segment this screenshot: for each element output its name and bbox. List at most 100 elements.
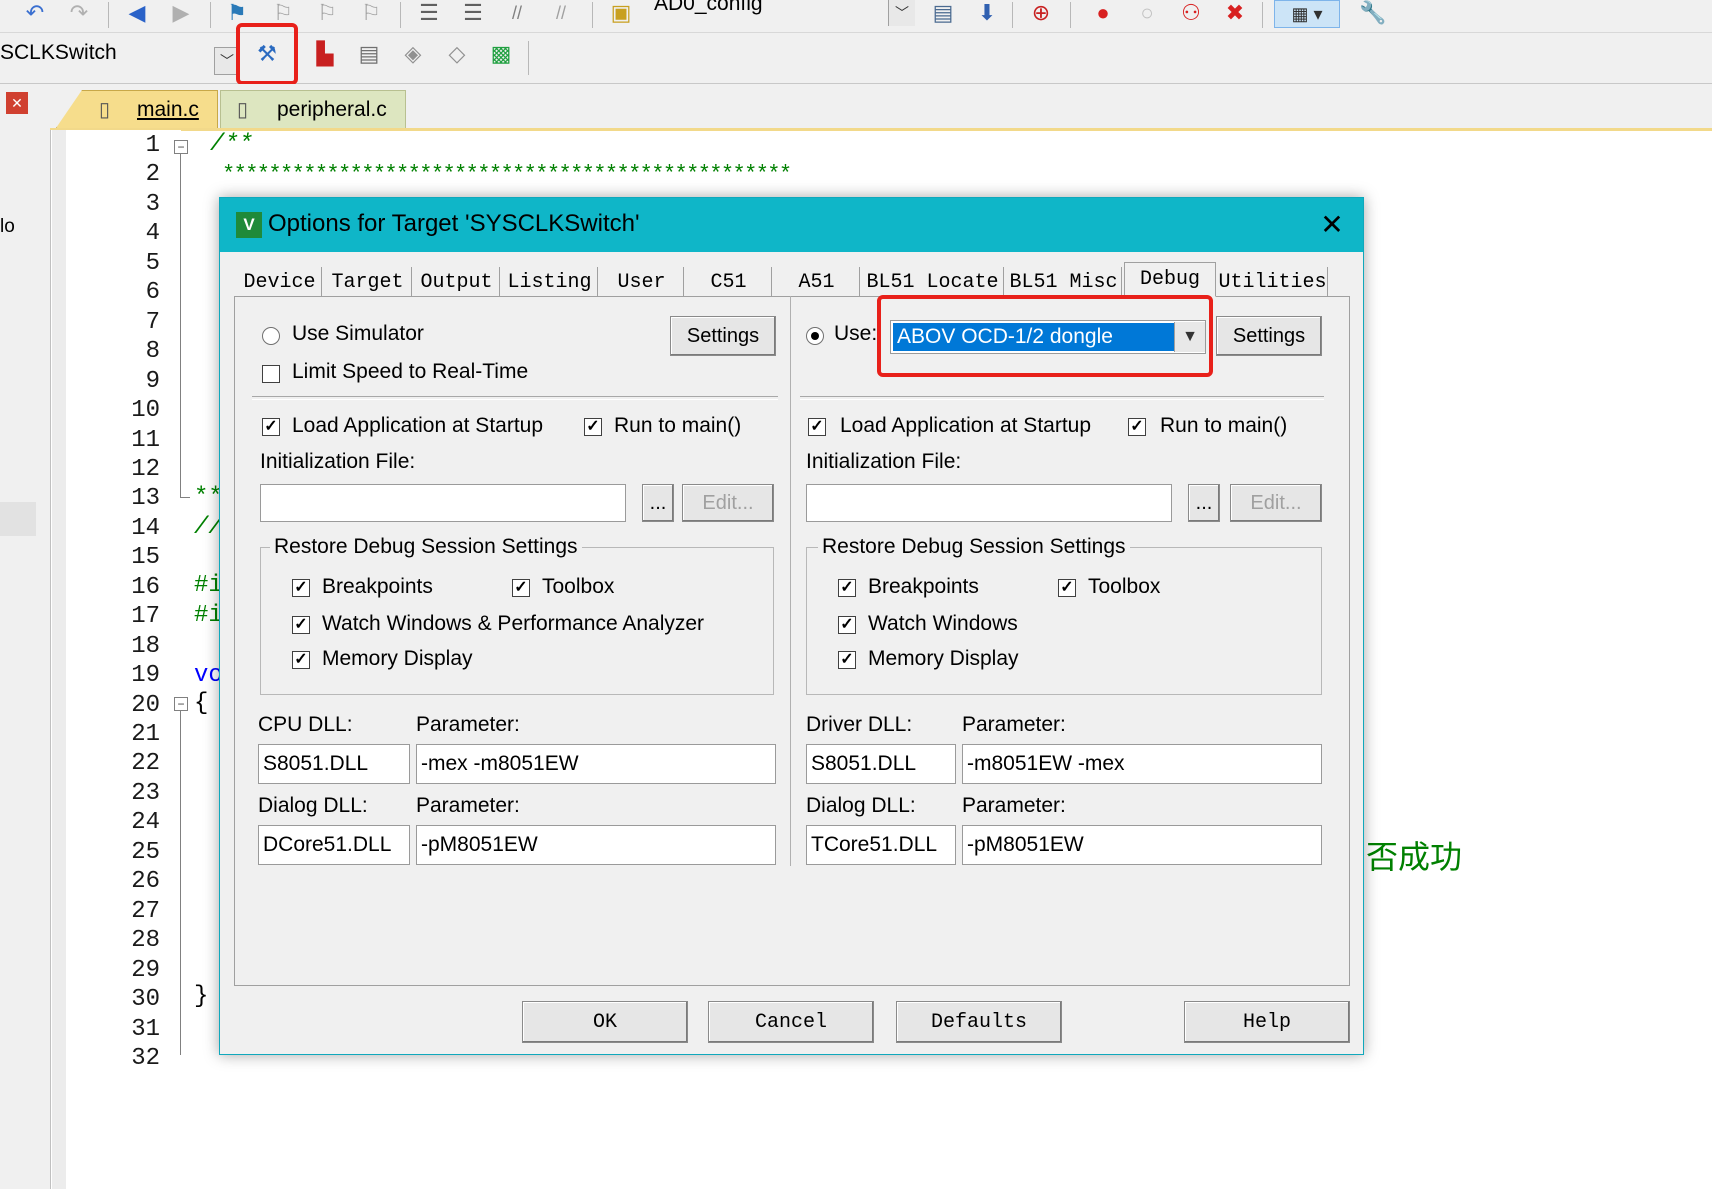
close-icon[interactable]: ✕ <box>1306 206 1358 244</box>
fold-toggle-icon[interactable]: − <box>174 140 188 154</box>
right-run-to-main-checkbox[interactable]: ✓ <box>1128 418 1146 436</box>
tab-utilities[interactable]: Utilities <box>1218 267 1328 297</box>
line-number: 21 <box>131 721 160 748</box>
next-bookmark-icon[interactable]: ⚐ <box>312 0 342 26</box>
left-dialog-dll-input[interactable]: DCore51.DLL <box>258 825 410 865</box>
driver-settings-button[interactable]: Settings <box>1216 316 1322 356</box>
help-button[interactable]: Help <box>1184 1001 1350 1043</box>
right-dialog-param-input[interactable]: -pM8051EW <box>962 825 1322 865</box>
tab-main-c[interactable]: ▯ main.c <box>56 90 218 128</box>
ok-button[interactable]: OK <box>522 1001 688 1043</box>
undo-icon[interactable]: ↶ <box>20 0 50 26</box>
limit-speed-checkbox[interactable] <box>262 365 280 383</box>
tab-a51[interactable]: A51 <box>774 267 860 297</box>
enable-breakpoint-icon[interactable]: ○ <box>1132 0 1162 26</box>
line-number: 27 <box>131 897 160 925</box>
line-number: 1 <box>145 132 160 159</box>
start-debug-icon[interactable]: ⊕ <box>1026 0 1056 26</box>
disable-breakpoints-icon[interactable]: ⚇ <box>1176 0 1206 26</box>
tab-peripheral-c[interactable]: ▯ peripheral.c <box>220 90 406 128</box>
tab-device[interactable]: Device <box>238 267 322 297</box>
tab-user[interactable]: User <box>600 267 684 297</box>
left-init-file-input[interactable] <box>260 484 626 522</box>
limit-speed-label: Limit Speed to Real-Time <box>292 360 529 383</box>
fold-toggle-icon[interactable]: − <box>174 697 188 711</box>
select-packs-icon[interactable]: ◈ <box>398 41 428 67</box>
window-layout-icon[interactable]: ▦ ▾ <box>1274 0 1340 28</box>
right-init-file-label: Initialization File: <box>806 450 962 473</box>
right-memory-display-checkbox[interactable]: ✓ <box>838 651 856 669</box>
tab-bl51-locate[interactable]: BL51 Locate <box>862 267 1004 297</box>
simulator-settings-button[interactable]: Settings <box>670 316 776 356</box>
uncomment-icon[interactable]: // <box>546 0 576 26</box>
project-target-value: SCLKSwitch <box>0 41 117 64</box>
comment-icon[interactable]: // <box>502 0 532 26</box>
line-number: 6 <box>145 279 160 307</box>
left-dialog-dll-label: Dialog DLL: <box>258 794 368 817</box>
fold-line <box>180 711 181 1055</box>
redo-icon[interactable]: ↷ <box>64 0 94 26</box>
print-icon[interactable]: ▤ <box>928 0 958 26</box>
driver-dll-input[interactable]: S8051.DLL <box>806 744 956 784</box>
left-toolbox-checkbox[interactable]: ✓ <box>512 579 530 597</box>
left-edit-button[interactable]: Edit... <box>682 484 774 522</box>
clear-bookmarks-icon[interactable]: ⚐ <box>356 0 386 26</box>
cancel-button[interactable]: Cancel <box>708 1001 874 1043</box>
tab-output[interactable]: Output <box>414 267 500 297</box>
download-icon[interactable]: ⬇ <box>972 0 1002 26</box>
configure-icon[interactable]: 🔧 <box>1358 0 1388 26</box>
pack-installer-icon[interactable]: ▩ <box>486 41 516 67</box>
manage-rte-icon[interactable]: ◇ <box>442 41 472 67</box>
tab-target[interactable]: Target <box>324 267 412 297</box>
close-panel-icon[interactable]: ✕ <box>6 92 28 114</box>
right-breakpoints-checkbox[interactable]: ✓ <box>838 579 856 597</box>
code-comment-fragment: 否成功 <box>1366 838 1463 876</box>
use-driver-radio[interactable] <box>806 327 824 345</box>
splitter[interactable] <box>36 84 50 1189</box>
manage-project-icon[interactable]: ▙ <box>310 41 340 67</box>
tab-listing[interactable]: Listing <box>502 267 598 297</box>
tab-debug[interactable]: Debug <box>1124 262 1216 297</box>
kill-breakpoints-icon[interactable]: ✖ <box>1220 0 1250 26</box>
driver-param-input[interactable]: -m8051EW -mex <box>962 744 1322 784</box>
cpu-param-input[interactable]: -mex -m8051EW <box>416 744 776 784</box>
cpu-dll-input[interactable]: S8051.DLL <box>258 744 410 784</box>
tab-c51[interactable]: C51 <box>686 267 772 297</box>
toolbar-separator <box>400 2 401 28</box>
right-watch-windows-checkbox[interactable]: ✓ <box>838 616 856 634</box>
find-in-files-icon[interactable]: ▣ <box>606 0 636 26</box>
line-number: 8 <box>145 338 160 366</box>
use-simulator-radio[interactable] <box>262 327 280 345</box>
right-toolbox-checkbox[interactable]: ✓ <box>1058 579 1076 597</box>
insert-breakpoint-icon[interactable]: ● <box>1088 0 1118 26</box>
line-number: 32 <box>131 1044 160 1072</box>
panel-text-fragment: lo <box>0 216 15 237</box>
right-load-app-checkbox[interactable]: ✓ <box>808 418 826 436</box>
right-edit-button[interactable]: Edit... <box>1230 484 1322 522</box>
left-run-to-main-checkbox[interactable]: ✓ <box>584 418 602 436</box>
navigate-back-icon[interactable]: ◀ <box>122 0 152 26</box>
left-watch-windows-checkbox[interactable]: ✓ <box>292 616 310 634</box>
left-dialog-param-input[interactable]: -pM8051EW <box>416 825 776 865</box>
panel-selected-row <box>0 502 36 536</box>
left-browse-button[interactable]: ... <box>642 484 674 522</box>
right-init-file-input[interactable] <box>806 484 1172 522</box>
left-breakpoints-checkbox[interactable]: ✓ <box>292 579 310 597</box>
right-dialog-dll-input[interactable]: TCore51.DLL <box>806 825 956 865</box>
target-combo[interactable]: AD0_config <box>650 0 910 26</box>
target-combo-dropdown[interactable]: ﹀ <box>888 0 915 26</box>
use-simulator-label: Use Simulator <box>292 322 424 345</box>
defaults-button[interactable]: Defaults <box>896 1001 1062 1043</box>
left-load-app-checkbox[interactable]: ✓ <box>262 418 280 436</box>
navigate-forward-icon[interactable]: ▶ <box>166 0 196 26</box>
tab-bl51-misc[interactable]: BL51 Misc <box>1006 267 1122 297</box>
project-target-combo[interactable]: SCLKSwitch <box>0 41 240 73</box>
line-number: 22 <box>131 750 160 778</box>
left-restore-group-label: Restore Debug Session Settings <box>270 535 582 559</box>
file-extensions-icon[interactable]: ▤ <box>354 41 384 67</box>
indent-icon[interactable]: ☰ <box>414 0 444 26</box>
right-browse-button[interactable]: ... <box>1188 484 1220 522</box>
unindent-icon[interactable]: ☰ <box>458 0 488 26</box>
line-number: 26 <box>131 868 160 896</box>
left-memory-display-checkbox[interactable]: ✓ <box>292 651 310 669</box>
